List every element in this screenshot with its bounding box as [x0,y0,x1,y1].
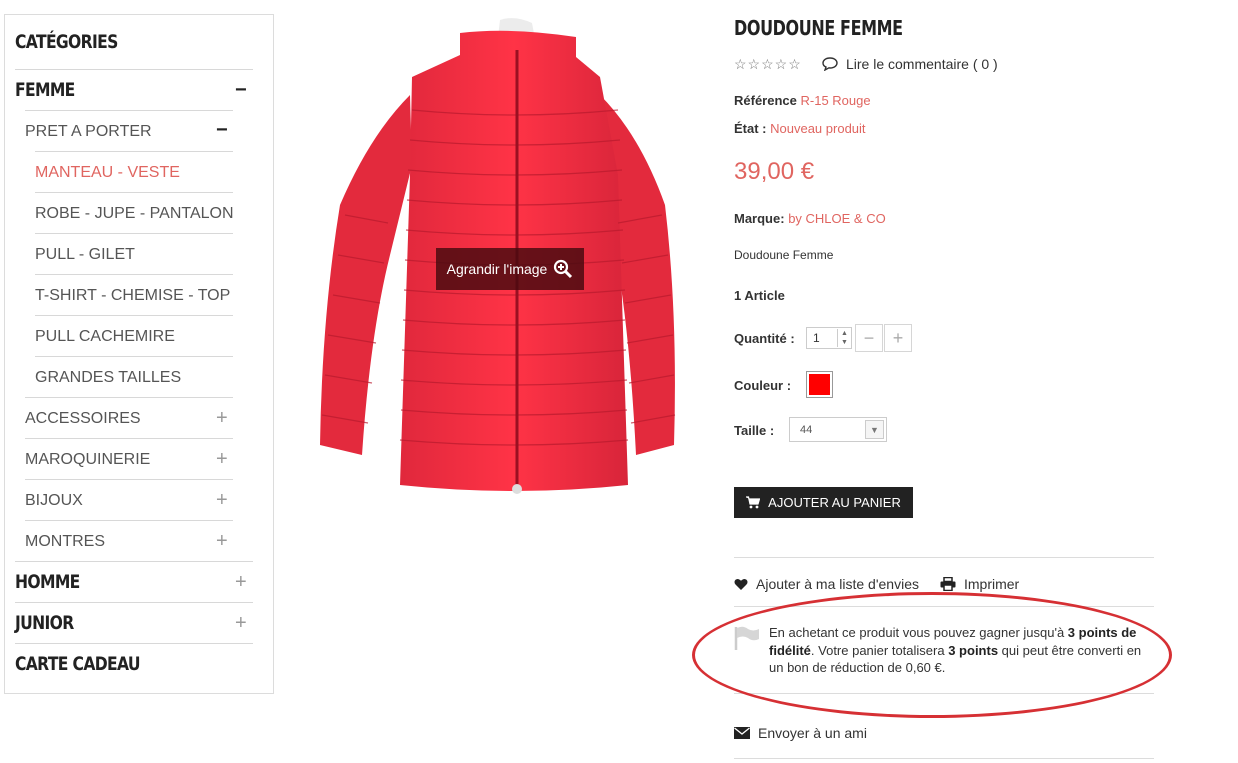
collapse-pret-icon[interactable]: − [216,120,228,140]
subcategory-manteau-veste[interactable]: MANTEAU - VESTE [35,164,180,182]
category-bijoux[interactable]: BIJOUX [25,492,83,510]
marque-row: Marque: by CHLOE & CO [734,211,886,226]
heart-icon [734,578,748,590]
subcategory-pull-cachemire[interactable]: PULL CACHEMIRE [35,328,175,346]
divider [25,438,233,439]
divider [35,356,233,357]
enlarge-image-label: Agrandir l'image [446,261,548,277]
send-to-friend-link[interactable]: Envoyer à un ami [734,725,867,741]
envelope-icon [734,727,750,739]
quantity-increase-button[interactable]: + [884,324,912,352]
etat-value: Nouveau produit [770,121,866,136]
category-pret-a-porter[interactable]: PRET A PORTER [25,123,152,141]
printer-icon [940,577,956,591]
quantity-value: 1 [813,331,820,345]
product-title: DOUDOUNE FEMME [734,16,903,40]
divider [35,233,233,234]
read-review-link[interactable]: Lire le commentaire ( 0 ) [822,56,998,72]
wishlist-link[interactable]: Ajouter à ma liste d'envies [734,576,919,592]
etat-row: État : Nouveau produit [734,121,866,136]
expand-homme-icon[interactable]: + [235,572,247,592]
loyalty-text-part: . Votre panier totalisera [810,642,949,658]
divider [734,758,1154,759]
category-femme[interactable]: FEMME [15,79,75,101]
quantity-spinner[interactable]: ▲ ▼ [837,329,851,347]
divider [25,520,233,521]
size-select[interactable]: 44 ▼ [789,417,887,442]
quantity-input[interactable]: 1 ▲ ▼ [806,327,852,349]
product-description: Doudoune Femme [734,248,834,262]
cart-icon [746,496,761,509]
divider [15,561,253,562]
category-carte-cadeau[interactable]: CARTE CADEAU [15,653,141,675]
read-review-label: Lire le commentaire ( 0 ) [846,56,998,72]
category-junior[interactable]: JUNIOR [15,612,74,634]
print-label: Imprimer [964,576,1020,592]
category-maroquinerie[interactable]: MAROQUINERIE [25,451,150,469]
loyalty-total-bold: 3 points [948,642,999,658]
expand-junior-icon[interactable]: + [235,613,247,633]
marque-link[interactable]: by CHLOE & CO [788,211,886,226]
divider [734,606,1154,607]
print-link[interactable]: Imprimer [940,576,1019,592]
quantity-decrease-button[interactable]: − [855,324,883,352]
wishlist-label: Ajouter à ma liste d'envies [756,576,919,592]
divider [35,151,233,152]
color-swatch-red[interactable] [806,371,833,398]
divider [734,693,1154,694]
zoom-in-icon [554,259,573,279]
flag-icon [734,626,759,650]
expand-bijoux-icon[interactable]: + [216,490,228,510]
marque-label: Marque: [734,211,785,226]
category-accessoires[interactable]: ACCESSOIRES [25,410,141,428]
divider [734,557,1154,558]
divider [15,69,253,70]
comment-icon [822,57,838,71]
divider [35,274,233,275]
expand-accessoires-icon[interactable]: + [216,408,228,428]
loyalty-text: En achetant ce produit vous pouvez gagne… [769,624,1154,677]
quantity-label: Quantité : [734,331,795,346]
stock-count: 1 Article [734,288,785,303]
loyalty-text-part: En achetant ce produit vous pouvez gagne… [769,625,1068,640]
expand-maroquinerie-icon[interactable]: + [216,449,228,469]
chevron-down-icon: ▼ [865,420,884,439]
divider [15,602,253,603]
divider [25,479,233,480]
size-value: 44 [800,424,813,436]
categories-sidebar: CATÉGORIES FEMME − PRET A PORTER − MANTE… [4,14,274,694]
taille-label: Taille : [734,423,775,438]
rating-stars: ☆☆☆☆☆ [734,56,802,72]
subcategory-tshirt-chemise-top[interactable]: T-SHIRT - CHEMISE - TOP [35,287,230,305]
product-price: 39,00 € [734,158,815,185]
divider [15,643,253,644]
sidebar-title: CATÉGORIES [15,31,118,53]
reference-row: Référence R-15 Rouge [734,93,871,108]
reference-value: R-15 Rouge [800,93,871,108]
expand-montres-icon[interactable]: + [216,531,228,551]
add-to-cart-label: AJOUTER AU PANIER [768,495,901,510]
divider [25,110,233,111]
add-to-cart-button[interactable]: AJOUTER AU PANIER [734,487,913,518]
couleur-label: Couleur : [734,378,792,393]
divider [35,192,233,193]
subcategory-pull-gilet[interactable]: PULL - GILET [35,246,135,264]
collapse-femme-icon[interactable]: − [235,80,247,100]
divider [35,315,233,316]
send-to-friend-label: Envoyer à un ami [758,725,867,741]
category-montres[interactable]: MONTRES [25,533,105,551]
etat-label: État : [734,121,767,136]
enlarge-image-button[interactable]: Agrandir l'image [436,248,584,290]
reference-label: Référence [734,93,797,108]
category-homme[interactable]: HOMME [15,571,80,593]
subcategory-grandes-tailles[interactable]: GRANDES TAILLES [35,369,181,387]
divider [25,397,233,398]
subcategory-robe-jupe-pantalon[interactable]: ROBE - JUPE - PANTALON [35,205,234,223]
